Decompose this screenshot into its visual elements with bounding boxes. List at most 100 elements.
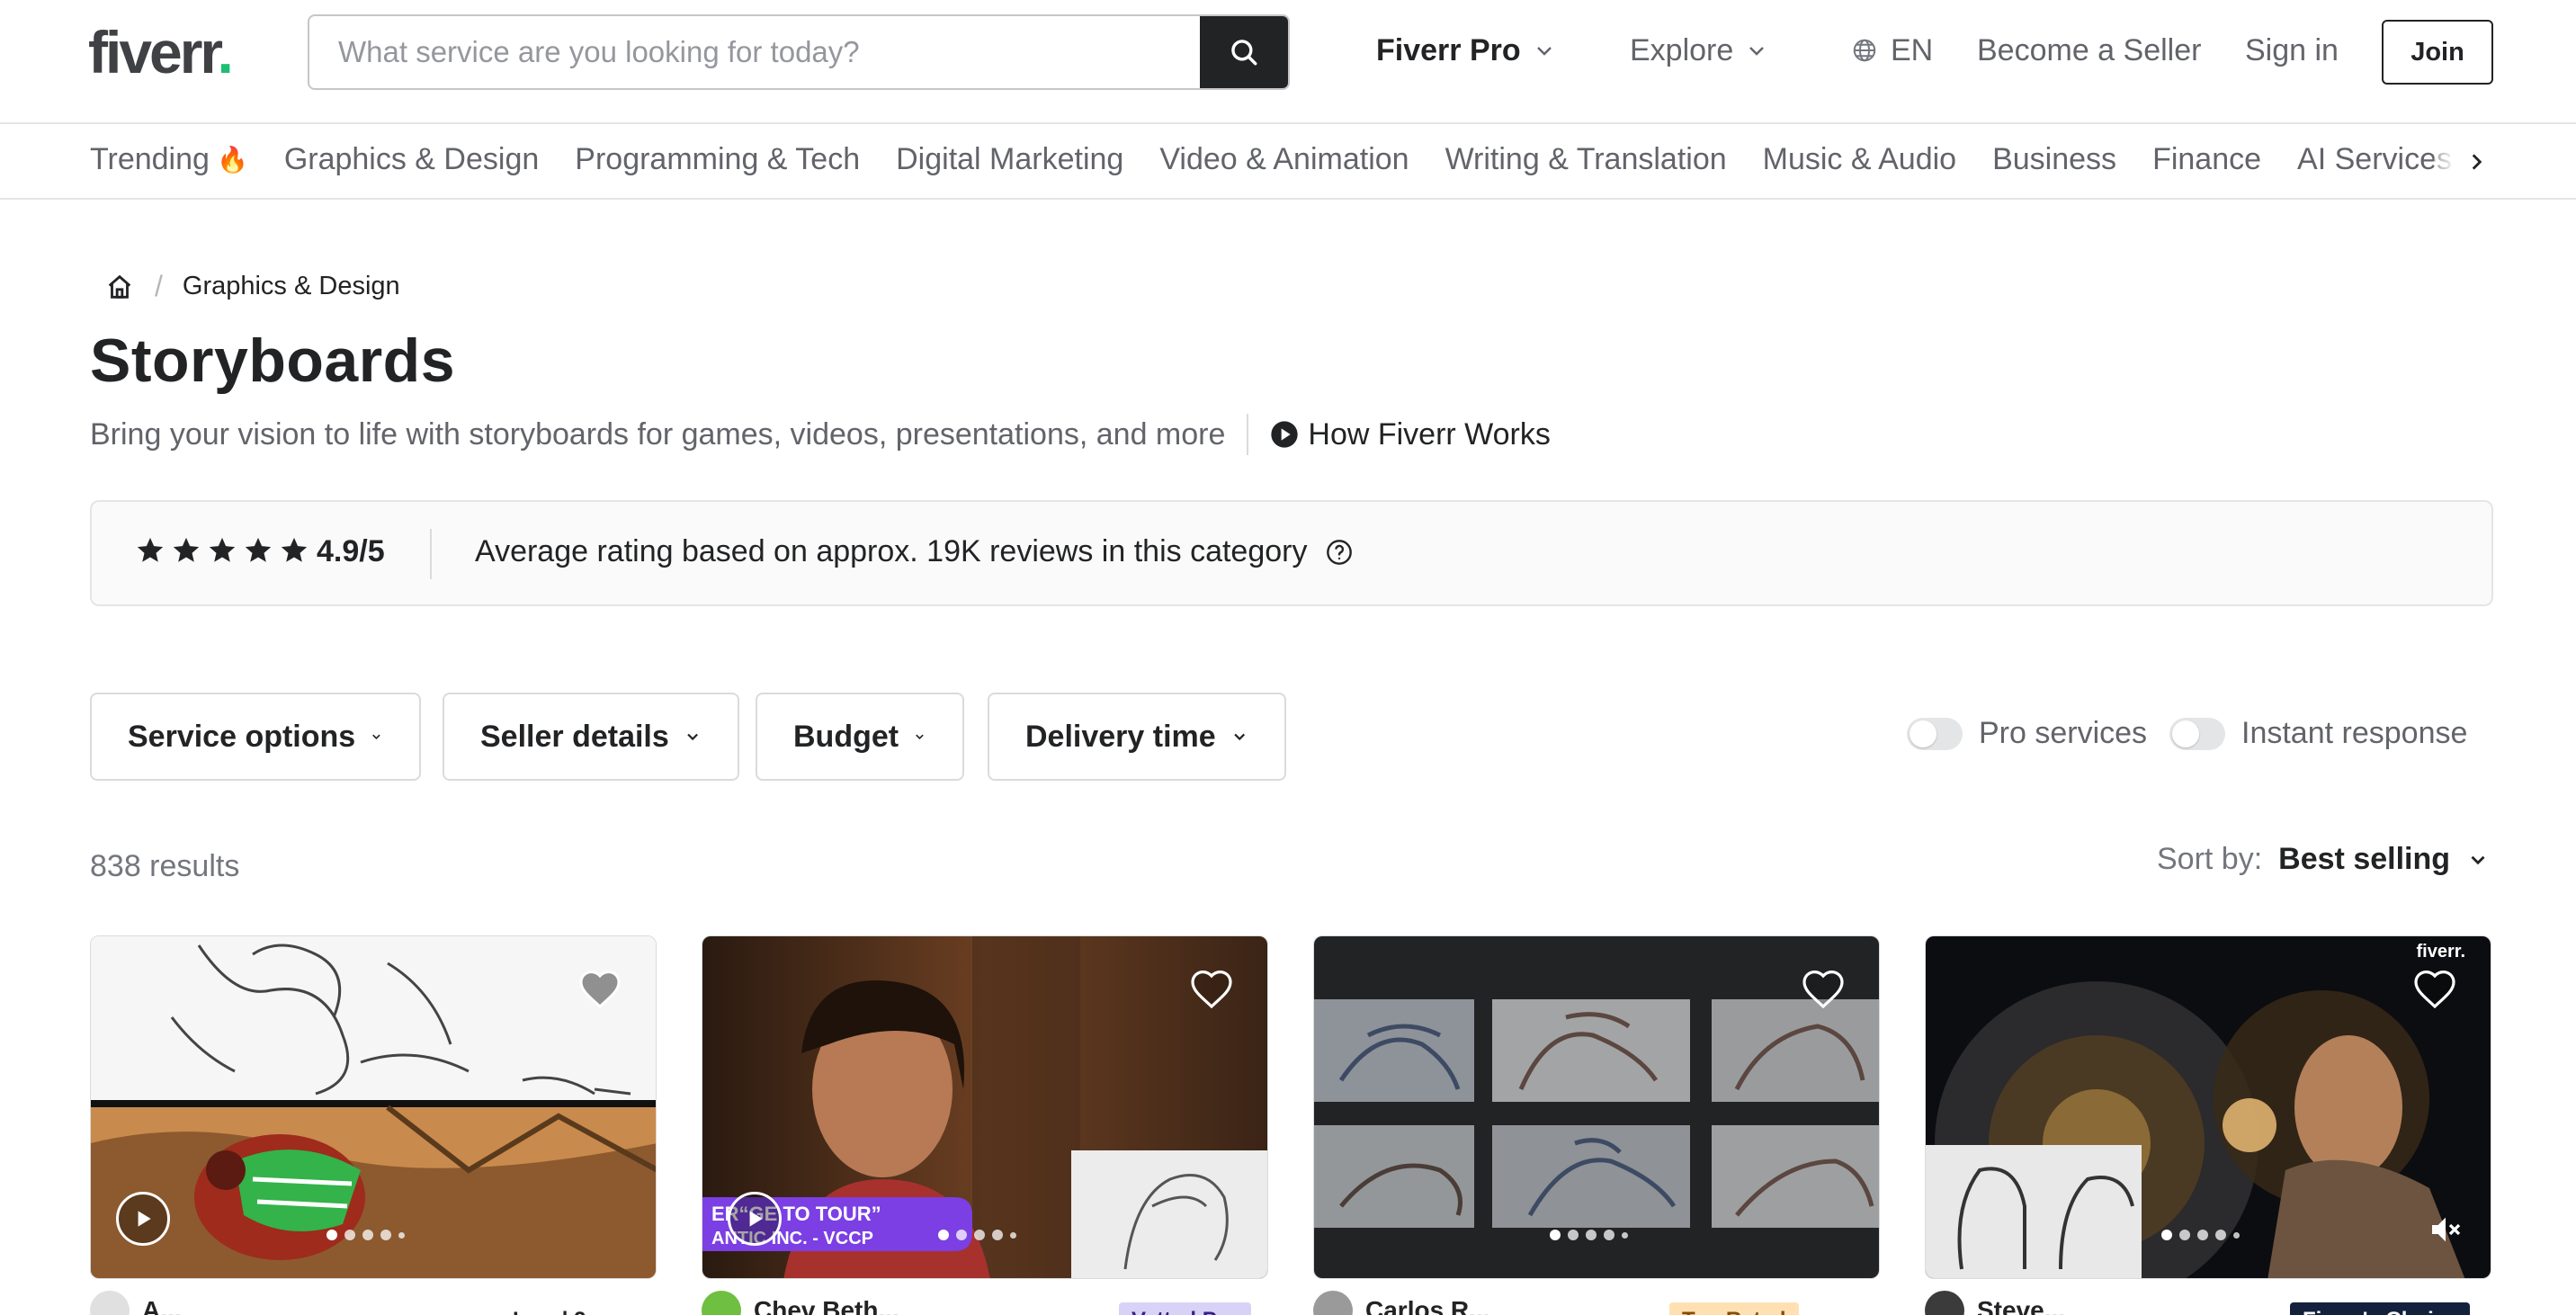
favorite-heart-icon[interactable] — [2413, 969, 2456, 1008]
chevron-down-icon — [687, 733, 698, 741]
carousel-dots[interactable] — [326, 1230, 405, 1240]
star-icon — [245, 537, 272, 562]
pro-services-label: Pro services — [1979, 716, 2148, 750]
category-writing-translation[interactable]: Writing & Translation — [1445, 142, 1727, 177]
search-button[interactable] — [1200, 16, 1288, 88]
rating-value: 4.9/5 — [317, 534, 385, 568]
page-title: Storyboards — [90, 327, 456, 395]
chevron-right-icon — [2472, 154, 2482, 170]
star-rating — [135, 535, 309, 566]
how-fiverr-works-link[interactable]: How Fiverr Works — [1270, 417, 1551, 452]
help-circle-icon[interactable] — [1325, 538, 1354, 567]
category-nav: Trending 🔥 Graphics & Design Programming … — [0, 124, 2576, 200]
globe-icon — [1853, 39, 1876, 62]
favorite-heart-icon[interactable] — [578, 969, 622, 1008]
star-icon — [173, 537, 200, 562]
category-video-animation[interactable]: Video & Animation — [1159, 142, 1409, 177]
seller-name[interactable]: Carlos R... — [1365, 1296, 1489, 1315]
seller-name[interactable]: A... — [142, 1296, 182, 1315]
favorite-heart-icon[interactable] — [1802, 969, 1845, 1008]
language-selector[interactable]: EN — [1851, 31, 1933, 70]
carousel-dots[interactable] — [938, 1230, 1016, 1240]
star-icon — [281, 537, 308, 562]
seller-name[interactable]: Chev Beth... — [754, 1296, 899, 1315]
gig-thumbnail-image — [1314, 936, 1879, 1278]
search-icon — [1231, 40, 1257, 66]
fiverr-watermark: fiverr. — [2416, 942, 2465, 962]
avatar[interactable] — [1925, 1291, 1964, 1315]
favorite-heart-icon[interactable] — [1190, 969, 1233, 1008]
service-options-filter[interactable]: Service options — [90, 693, 421, 781]
gig-card-thumbnail[interactable]: fiverr. — [1925, 935, 2491, 1279]
seller-name[interactable]: Steve... — [1977, 1296, 2065, 1315]
chevron-down-icon — [372, 734, 380, 739]
avatar[interactable] — [90, 1291, 130, 1315]
sort-value: Best selling — [2278, 842, 2451, 876]
budget-filter[interactable]: Budget — [756, 693, 964, 781]
gig-thumbnail-image: ER“GE TO TOUR” ANTIC INC. - VCCP — [702, 936, 1267, 1278]
fiverrs-choice-badge: Fiverr's Choice — [2290, 1302, 2471, 1315]
fiverr-logo[interactable]: fiverr. — [88, 18, 234, 86]
chevron-down-icon — [916, 734, 924, 740]
pro-services-toggle[interactable] — [1907, 717, 1963, 750]
category-ai-services[interactable]: AI Services — [2297, 142, 2452, 177]
category-business[interactable]: Business — [1992, 142, 2116, 177]
divider — [1247, 414, 1249, 455]
category-trending[interactable]: Trending 🔥 — [90, 142, 248, 177]
rating-description: Average rating based on approx. 19K revi… — [475, 534, 1354, 569]
sort-dropdown[interactable]: Sort by: Best selling — [2157, 842, 2490, 877]
play-icon — [138, 1211, 151, 1227]
gig-card-thumbnail[interactable] — [1313, 935, 1880, 1279]
home-icon[interactable] — [104, 272, 135, 302]
top-rated-badge: Top Rated — [1669, 1302, 1799, 1315]
category-graphics-design[interactable]: Graphics & Design — [284, 142, 539, 177]
become-seller-link[interactable]: Become a Seller — [1977, 31, 2201, 70]
gig-card-thumbnail[interactable]: ER“GE TO TOUR” ANTIC INC. - VCCP — [702, 935, 1268, 1279]
chevron-down-icon — [1233, 733, 1245, 741]
star-icon — [209, 537, 236, 562]
video-play-button[interactable] — [728, 1192, 782, 1246]
category-scroll-right[interactable] — [2434, 137, 2488, 187]
instant-response-toggle[interactable] — [2169, 717, 2225, 750]
search-input[interactable] — [309, 16, 1200, 88]
delivery-time-filter[interactable]: Delivery time — [988, 693, 1286, 781]
avatar[interactable] — [1313, 1291, 1353, 1315]
divider — [430, 529, 432, 579]
carousel-dots[interactable] — [2161, 1230, 2240, 1240]
mute-icon[interactable] — [2428, 1212, 2464, 1248]
category-finance[interactable]: Finance — [2152, 142, 2261, 177]
explore-label: Explore — [1630, 33, 1734, 67]
category-music-audio[interactable]: Music & Audio — [1763, 142, 1956, 177]
star-icon — [137, 537, 164, 562]
avatar[interactable] — [702, 1291, 741, 1315]
fire-icon: 🔥 — [216, 146, 248, 174]
sign-in-link[interactable]: Sign in — [2245, 31, 2339, 70]
seller-info: Chev Beth... — [702, 1291, 899, 1315]
seller-info: A... — [90, 1291, 182, 1315]
seller-info: Steve... — [1925, 1291, 2065, 1315]
carousel-dots[interactable] — [1550, 1230, 1628, 1240]
fiverr-pro-menu[interactable]: Fiverr Pro — [1376, 31, 1555, 70]
join-button[interactable]: Join — [2382, 20, 2493, 85]
search-bar — [308, 14, 1290, 90]
sort-label: Sort by: — [2157, 842, 2263, 876]
language-label: EN — [1891, 33, 1934, 67]
page-subtitle: Bring your vision to life with storyboar… — [90, 416, 1226, 452]
breadcrumb: / Graphics & Design — [104, 270, 400, 303]
seller-details-filter[interactable]: Seller details — [443, 693, 739, 781]
breadcrumb-graphics-design[interactable]: Graphics & Design — [183, 272, 400, 301]
category-list: Trending 🔥 Graphics & Design Programming … — [90, 142, 2464, 177]
category-digital-marketing[interactable]: Digital Marketing — [896, 142, 1123, 177]
results-count: 838 results — [90, 849, 240, 883]
explore-menu[interactable]: Explore — [1630, 31, 1767, 70]
category-programming-tech[interactable]: Programming & Tech — [575, 142, 860, 177]
gig-card-thumbnail[interactable] — [90, 935, 657, 1279]
play-circle-icon — [1271, 421, 1299, 448]
gig-thumbnail-image — [1926, 936, 2491, 1278]
video-play-button[interactable] — [116, 1192, 170, 1246]
category-rating-box: 4.9/5 Average rating based on approx. 19… — [90, 500, 2493, 606]
breadcrumb-separator: / — [155, 270, 163, 302]
top-header: fiverr. Fiverr Pro Explore EN Become a S… — [0, 0, 2576, 124]
seller-level-badge: Level 2 ... — [500, 1302, 622, 1315]
chevron-down-icon — [1749, 47, 1765, 56]
